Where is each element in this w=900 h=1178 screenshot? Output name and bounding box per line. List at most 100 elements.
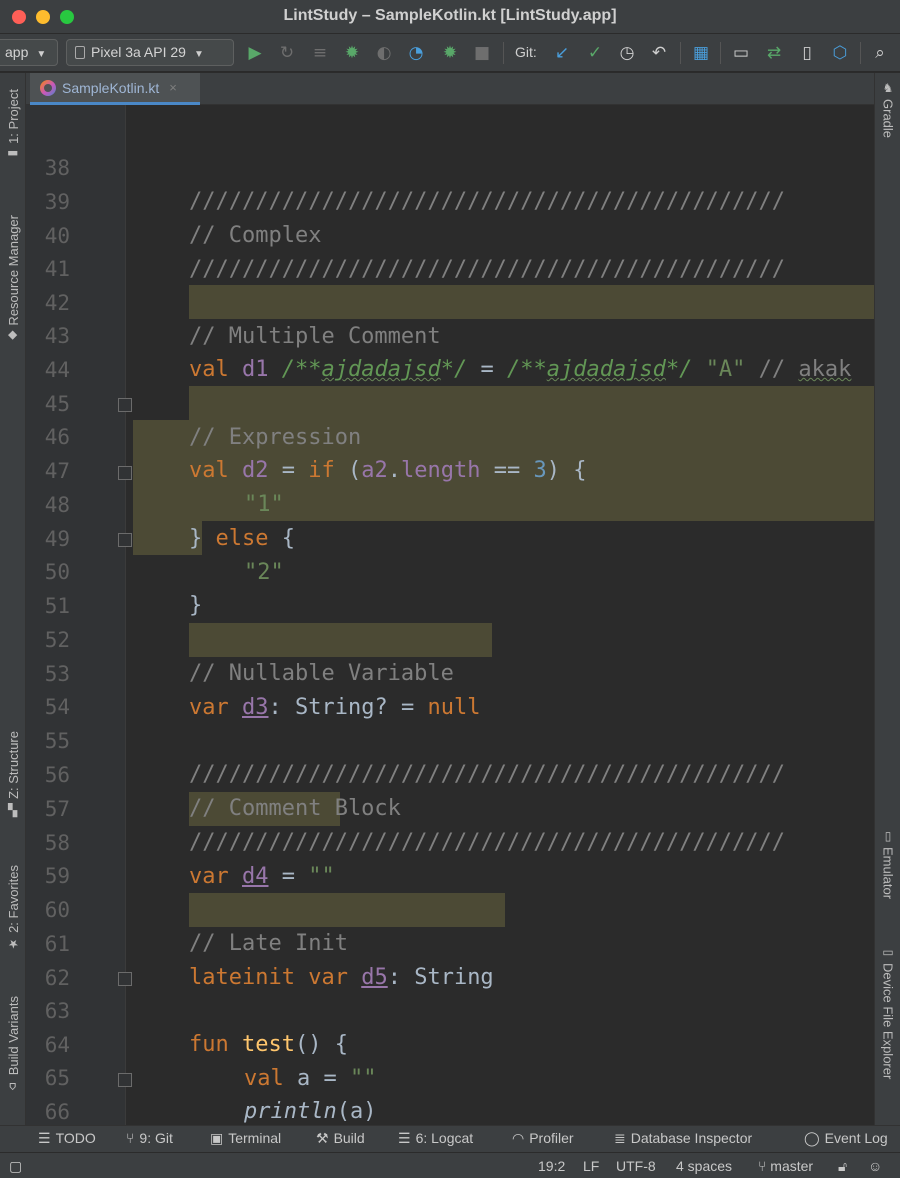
inspector-icon[interactable]: ☺ [868,1158,882,1174]
title-bar: LintStudy – SampleKotlin.kt [LintStudy.a… [0,0,900,34]
code-editor[interactable]: 38 /////////////////////////////////////… [26,105,874,1125]
apply-changes-icon[interactable]: ↻ [276,42,298,64]
rollback-icon[interactable]: ↶ [648,42,670,64]
project-tab[interactable]: 1: Project ▬ [2,81,24,173]
toolbar-separator [720,42,721,64]
avd-manager-icon[interactable]: ▭ [730,42,752,64]
editor-tabs: SampleKotlin.kt × [26,73,874,105]
file-encoding[interactable]: UTF-8 [616,1158,656,1174]
profiler-label: Profiler [529,1130,574,1146]
git-commit-icon[interactable]: ✓ [584,42,606,64]
close-icon[interactable]: × [169,80,177,95]
code-line: 47 "1" [26,420,874,517]
terminal-tool-button[interactable]: ▣ Terminal [210,1130,281,1147]
device-file-explorer-icon: ▭ [882,945,894,959]
code-line: 60 // Late Init [26,859,874,956]
profiler-tool-button[interactable]: ◠ Profiler [512,1130,574,1147]
code-line: 39 // Complex [26,151,874,248]
code-line: 44 [26,319,874,382]
profile-icon[interactable]: ◔ [405,42,427,64]
project-tab-label: 1: Project [5,88,21,144]
resource-manager-icon: ◆ [8,329,18,344]
code-line: 53 var d3: String? = null [26,623,874,720]
event-log-tool-button[interactable]: ◯ Event Log [804,1130,888,1147]
editor-tab-samplekotlin[interactable]: SampleKotlin.kt × [30,73,200,105]
structure-icon: ▚ [8,802,18,817]
attach-debugger-icon[interactable]: ◐ [373,42,395,64]
editor-tab-label: SampleKotlin.kt [62,79,160,96]
lock-icon[interactable]: 🔓︎ [838,1158,847,1175]
resource-manager-tab[interactable]: Resource Manager ◆ [2,201,24,361]
git-branch-label: master [770,1158,814,1174]
run-icon[interactable]: ▶ [244,42,266,64]
sdk-manager-icon[interactable]: ⬡ [829,42,851,64]
code-line: 51 [26,555,874,618]
debug-attach-icon[interactable]: ✹ [439,42,461,64]
code-line: 41 [26,218,874,281]
database-inspector-tool-button[interactable]: ≣ Database Inspector [614,1130,752,1147]
logcat-tool-button[interactable]: ☰ 6: Logcat [398,1130,473,1147]
rerun-icon[interactable]: ≡ [309,42,331,64]
code-line: 61 lateinit var d5: String [26,893,874,990]
device-combo[interactable]: Pixel 3a API 29 ▼ [66,39,234,66]
status-bar: ▢ 19:2 LF UTF-8 4 spaces ⑂ master 🔓︎ ☺ [0,1152,900,1178]
project-structure-icon[interactable]: ▦ [690,42,712,64]
debug-icon[interactable]: ✹ [341,42,363,64]
stop-icon[interactable]: ■ [471,42,493,64]
run-configuration-combo[interactable]: app ▼ [0,39,58,66]
code-line: 64 val a = "" [26,994,874,1091]
gradle-tab[interactable]: ♞ Gradle [877,81,899,138]
tool-windows-toggle-icon[interactable]: ▢ [9,1158,22,1175]
code-line: 65 println(a) [26,1027,874,1124]
code-line: 48 } else { [26,454,874,551]
code-line: 46 val d2 = if (a2.length == 3) { [26,386,874,483]
code-line: 43 val d1 /**ajdadajsd*/ = /**ajdadajsd*… [26,285,874,382]
gradle-icon: ♞ [882,81,894,95]
git-label: Git: [515,44,537,60]
emulator-icon: ▯ [884,829,892,843]
code-line: 56 // Comment Block [26,724,874,821]
device-file-explorer-tab[interactable]: ▭ Device File Explorer [877,945,899,1079]
folder-icon: ▬ [7,147,19,162]
emulator-tab[interactable]: ▯ Emulator [877,829,899,899]
favorites-tab[interactable]: 2: Favorites ★ [2,855,24,965]
caret-position[interactable]: 19:2 [538,1158,565,1174]
search-icon[interactable]: ⌕ [869,42,891,64]
logcat-icon: ☰ [398,1130,411,1146]
todo-tool-button[interactable]: ☰ TODO [38,1130,96,1147]
left-tool-strip: 1: Project ▬ Resource Manager ◆ Z: Struc… [0,73,26,1125]
code-line: 50 } [26,521,874,618]
code-line: 67 [26,1095,874,1125]
device-file-explorer-tab-label: Device File Explorer [880,963,896,1080]
code-line: 58 var d4 = "" [26,792,874,889]
git-label: 9: Git [139,1130,173,1146]
run-configuration-label: app [5,44,29,60]
build-variants-tab[interactable]: Build Variants ⌂ [2,988,24,1106]
git-tool-button[interactable]: ⑂ 9: Git [126,1130,173,1146]
event-log-label: Event Log [824,1130,888,1146]
code-line: 55 /////////////////////////////////////… [26,690,874,787]
kotlin-file-icon [40,79,56,96]
code-line: 49 "2" [26,488,874,585]
git-update-icon[interactable]: ↙ [551,42,573,64]
profiler-icon: ◠ [512,1130,525,1146]
indent-setting[interactable]: 4 spaces [676,1158,732,1174]
code-line: 42 // Multiple Comment [26,252,874,349]
android-icon: ⌂ [9,1079,17,1094]
history-icon[interactable]: ◷ [616,42,638,64]
code-line: 54 [26,656,874,719]
gradle-tab-label: Gradle [880,99,896,139]
code-line: 57 /////////////////////////////////////… [26,758,874,855]
code-line: 38 /////////////////////////////////////… [26,117,874,214]
emulator-tab-label: Emulator [880,847,896,900]
sync-icon[interactable]: ⇄ [763,42,785,64]
line-separator[interactable]: LF [583,1158,599,1174]
right-tool-strip: ♞ Gradle ▯ Emulator ▭ Device File Explor… [874,73,900,1125]
main-toolbar: app ▼ Pixel 3a API 29 ▼ ▶ ↻ ≡ ✹ ◐ ◔ ✹ ■ Gi… [0,34,900,72]
hammer-icon: ⚒ [316,1130,329,1146]
window-title: LintStudy – SampleKotlin.kt [LintStudy.a… [283,7,617,24]
git-branch-widget[interactable]: ⑂ master [758,1158,813,1174]
build-tool-button[interactable]: ⚒ Build [316,1130,365,1147]
structure-tab[interactable]: Z: Structure ▚ [2,721,24,831]
device-manager-icon[interactable]: ▯ [796,42,818,64]
